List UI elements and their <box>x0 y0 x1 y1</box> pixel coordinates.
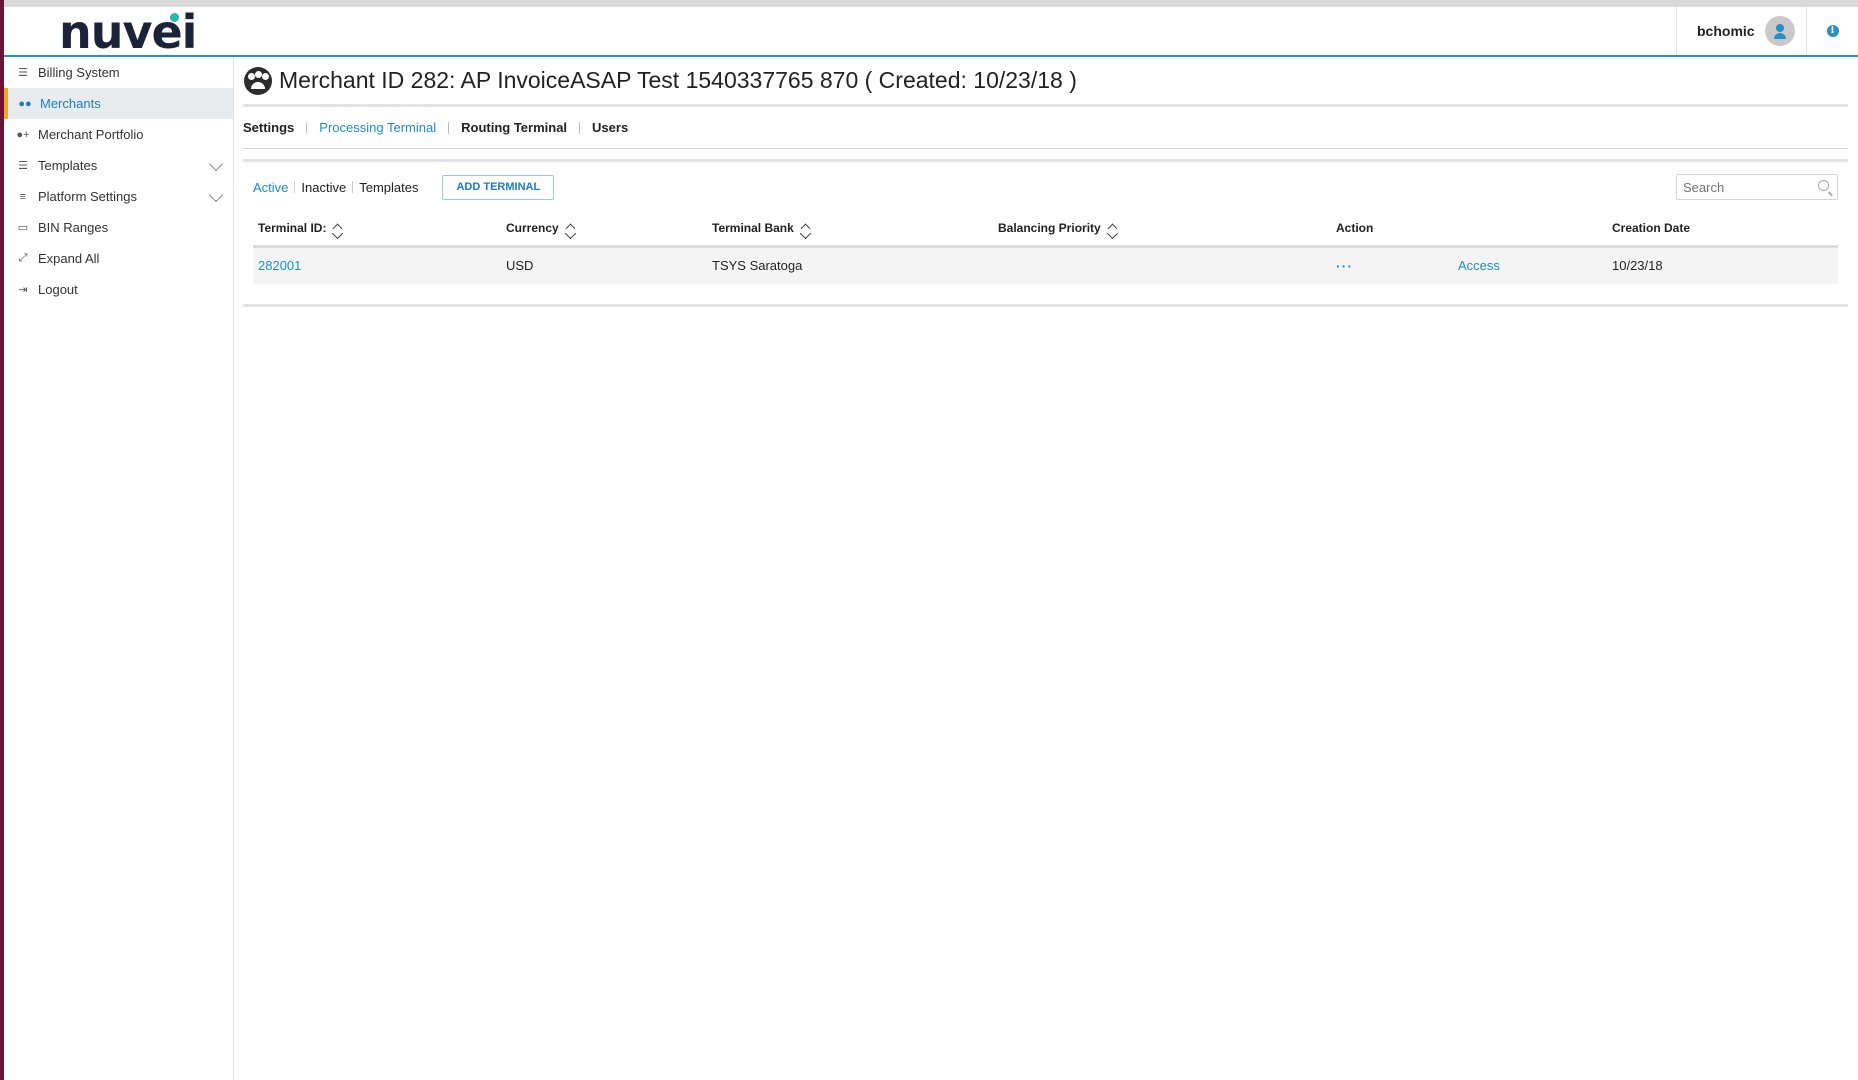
page-title-row: Merchant ID 282: AP InvoiceASAP Test 154… <box>243 57 1848 107</box>
column-balancing-priority[interactable]: Balancing Priority <box>993 212 1331 248</box>
column-access <box>1453 212 1607 248</box>
column-label: Action <box>1336 221 1374 236</box>
list-icon: ☰ <box>18 160 28 172</box>
cell-access: Access <box>1453 246 1607 284</box>
access-link[interactable]: Access <box>1458 258 1500 273</box>
username: bchomic <box>1697 23 1755 39</box>
merchant-group-icon <box>244 66 272 95</box>
sidebar-item-label: Logout <box>38 282 78 297</box>
column-label: Terminal Bank <box>712 221 794 236</box>
sidebar-item-bin-ranges[interactable]: ▭ BIN Ranges <box>4 212 233 243</box>
column-label: Balancing Priority <box>998 221 1101 236</box>
column-terminal-id[interactable]: Terminal ID: <box>253 212 501 248</box>
user-plus-icon: ●+ <box>16 128 30 141</box>
info-icon[interactable]: i <box>1826 25 1839 37</box>
filter-inactive[interactable]: Inactive <box>295 180 352 195</box>
sidebar-item-expand-all[interactable]: ⤢ Expand All <box>4 243 233 274</box>
cell-terminal-id: 282001 <box>253 246 501 284</box>
cell-creation-date: 10/23/18 <box>1607 246 1838 284</box>
sidebar-item-label: Merchants <box>40 96 101 111</box>
search-icon[interactable] <box>1818 180 1829 191</box>
terminal-panel: Active Inactive Templates ADD TERMINAL T… <box>243 159 1848 307</box>
sort-icon[interactable] <box>333 223 343 234</box>
sidebar-item-label: Expand All <box>38 251 100 266</box>
sidebar-item-label: Templates <box>38 158 98 173</box>
expand-icon: ⤢ <box>18 252 28 264</box>
table-header-row: Terminal ID: Currency Terminal Bank Bala… <box>253 212 1838 248</box>
page-title: Merchant ID 282: AP InvoiceASAP Test 154… <box>279 67 1077 93</box>
terminal-id-link[interactable]: 282001 <box>258 258 301 273</box>
more-actions-icon[interactable]: ··· <box>1336 258 1353 274</box>
filter-templates[interactable]: Templates <box>353 180 424 195</box>
tab-processing-terminal[interactable]: Processing Terminal <box>307 120 448 135</box>
main-content: Merchant ID 282: AP InvoiceASAP Test 154… <box>243 57 1848 307</box>
search-box <box>1676 174 1838 200</box>
add-terminal-button[interactable]: ADD TERMINAL <box>442 174 555 200</box>
cell-terminal-bank: TSYS Saratoga <box>707 246 993 284</box>
sort-icon[interactable] <box>1107 223 1118 234</box>
cell-currency: USD <box>501 246 707 284</box>
info-area: i <box>1806 7 1858 55</box>
column-action: Action <box>1331 212 1453 248</box>
filter-active[interactable]: Active <box>253 180 294 195</box>
terminal-table: Terminal ID: Currency Terminal Bank Bala… <box>253 212 1838 284</box>
sidebar: ☰ Billing System ●● Merchants ●+ Merchan… <box>4 57 234 1080</box>
chevron-down-icon[interactable] <box>208 187 224 203</box>
sidebar-item-merchant-portfolio[interactable]: ●+ Merchant Portfolio <box>4 119 233 150</box>
sidebar-item-billing-system[interactable]: ☰ Billing System <box>4 57 233 88</box>
avatar-icon[interactable] <box>1764 16 1795 46</box>
sliders-icon: ≡ <box>19 190 27 203</box>
nuvei-logo[interactable]: nuvei <box>59 9 197 55</box>
sidebar-item-logout[interactable]: ⇥ Logout <box>4 274 233 305</box>
users-icon: ●● <box>18 97 32 110</box>
merchant-tabs: Settings Processing Terminal Routing Ter… <box>243 107 1848 149</box>
column-creation-date: Creation Date <box>1607 212 1838 248</box>
sort-icon[interactable] <box>800 223 811 234</box>
sidebar-item-templates[interactable]: ☰ Templates <box>4 150 233 181</box>
tab-routing-terminal[interactable]: Routing Terminal <box>449 120 579 135</box>
cell-action: ··· <box>1331 246 1453 284</box>
column-currency[interactable]: Currency <box>501 212 707 248</box>
column-label: Terminal ID: <box>258 221 327 236</box>
credit-card-icon: ▭ <box>17 222 29 234</box>
tab-settings[interactable]: Settings <box>243 120 306 135</box>
sidebar-item-label: Platform Settings <box>38 189 137 204</box>
sort-icon[interactable] <box>565 223 576 234</box>
window-top-strip <box>0 0 1858 7</box>
app-header: nuvei bchomic i <box>4 7 1858 57</box>
logout-icon: ⇥ <box>18 284 28 296</box>
search-input[interactable] <box>1677 175 1807 199</box>
terminal-toolbar: Active Inactive Templates ADD TERMINAL <box>253 162 1838 212</box>
tab-users[interactable]: Users <box>580 120 640 135</box>
list-icon: ☰ <box>18 67 28 79</box>
logo-dot <box>170 13 179 22</box>
sidebar-item-platform-settings[interactable]: ≡ Platform Settings <box>4 181 233 212</box>
sidebar-item-label: Billing System <box>38 65 120 80</box>
column-label: Currency <box>506 221 559 236</box>
sidebar-item-label: Merchant Portfolio <box>38 127 144 142</box>
cell-balancing-priority <box>993 246 1331 284</box>
column-label: Creation Date <box>1612 221 1691 236</box>
user-menu[interactable]: bchomic <box>1676 7 1796 55</box>
column-terminal-bank[interactable]: Terminal Bank <box>707 212 993 248</box>
sidebar-item-merchants[interactable]: ●● Merchants <box>4 88 233 119</box>
table-row: 282001 USD TSYS Saratoga ··· Access 10/2… <box>253 246 1838 284</box>
sidebar-item-label: BIN Ranges <box>38 220 109 235</box>
chevron-down-icon[interactable] <box>208 156 224 172</box>
